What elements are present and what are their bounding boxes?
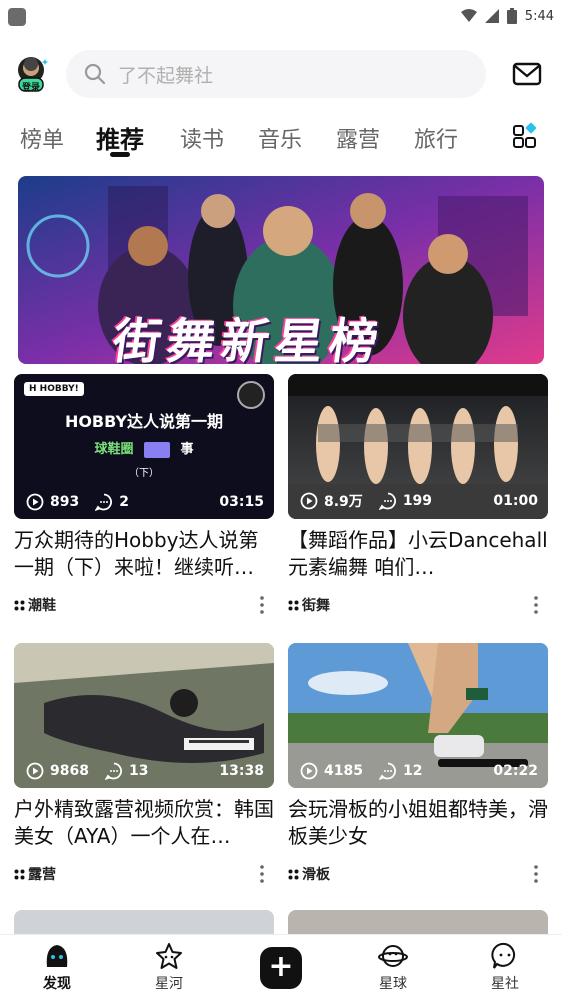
header: 登录 了不起舞社: [0, 42, 562, 106]
thumb-sub: 球鞋圈: [94, 442, 134, 457]
banner[interactable]: 街舞新星榜: [18, 176, 544, 364]
nav-label: 发现: [43, 976, 71, 992]
video-title: 会玩滑板的小姐姐都特美，滑板美少女: [288, 797, 548, 848]
wifi-icon: [460, 9, 477, 22]
bottom-nav: 发现 星河 + 星球 星社: [0, 934, 562, 1003]
video-card[interactable]: 4185 12 02:22 会玩滑板的小姐姐都特美，滑板美少女 滑板: [288, 643, 548, 884]
nav-xinghe[interactable]: 星河: [139, 941, 199, 993]
status-time: 5:44: [524, 8, 554, 24]
search-bar[interactable]: 了不起舞社: [66, 50, 486, 98]
video-title: 万众期待的Hobby达人说第一期（下）来啦！继续听…: [14, 528, 259, 579]
badge-icon: [237, 381, 265, 409]
video-card[interactable]: H HOBBY! HOBBY达人说第一期 球鞋圈 事 （下） 893 2 03:…: [14, 374, 274, 615]
play-count-icon: [300, 762, 318, 780]
more-options-icon[interactable]: [534, 596, 538, 614]
thumb-caption: HOBBY达人说第一期: [64, 412, 224, 431]
video-thumbnail: H HOBBY! HOBBY达人说第一期 球鞋圈 事 （下） 893 2 03:…: [14, 374, 274, 519]
search-icon: [84, 63, 106, 85]
video-card[interactable]: 9868 13 13:38 户外精致露营视频欣赏：韩国美女（AYA）一个人在… …: [14, 643, 274, 884]
play-count-icon: [26, 762, 44, 780]
search-placeholder: 了不起舞社: [118, 64, 214, 87]
comment-icon: [95, 493, 113, 511]
nav-label: 星社: [491, 976, 519, 992]
nav-xingqiu[interactable]: 星球: [363, 941, 423, 993]
status-bar: 5:44: [0, 0, 562, 34]
comment-icon: [378, 762, 396, 780]
video-tag[interactable]: 露营: [28, 864, 56, 884]
view-count: 893: [50, 494, 80, 510]
video-card[interactable]: 8.9万 199 01:00 【舞蹈作品】小云Dancehall元素编舞 咱们……: [288, 374, 548, 615]
video-duration: 01:00: [493, 493, 538, 509]
grid-menu-icon[interactable]: [512, 122, 540, 150]
tag-icon: [288, 869, 299, 879]
more-options-icon[interactable]: [260, 596, 264, 614]
tab-dushu[interactable]: 读书: [180, 122, 224, 154]
video-thumbnail: 9868 13 13:38: [14, 643, 274, 788]
discover-icon: [46, 945, 68, 967]
tab-yinyue[interactable]: 音乐: [258, 122, 302, 154]
comment-count: 199: [402, 493, 433, 509]
video-title: 【舞蹈作品】小云Dancehall元素编舞 咱们…: [288, 528, 548, 579]
video-duration: 13:38: [219, 763, 264, 779]
more-options-icon[interactable]: [534, 865, 538, 883]
video-tag[interactable]: 滑板: [302, 864, 330, 884]
more-options-icon[interactable]: [260, 865, 264, 883]
comment-count: 2: [119, 494, 129, 510]
video-duration: 02:22: [493, 763, 538, 779]
tab-luying[interactable]: 露营: [336, 122, 380, 154]
video-tag[interactable]: 街舞: [302, 595, 330, 615]
hobby-logo: H HOBBY!: [24, 382, 84, 396]
view-count: 9868: [50, 763, 89, 779]
tab-tuijian[interactable]: 推荐: [96, 120, 144, 155]
category-tabs: 榜单 推荐 读书 音乐 露营 旅行: [0, 110, 562, 166]
tag-icon: [288, 600, 299, 610]
active-tab-indicator: [110, 152, 130, 157]
play-count-icon: [26, 493, 44, 511]
view-count: 8.9万: [324, 494, 363, 510]
planet-icon: [378, 945, 408, 967]
thumb-highlight: [144, 441, 170, 458]
video-thumbnail: 8.9万 199 01:00: [288, 374, 548, 519]
nav-xingshe[interactable]: 星社: [475, 941, 535, 993]
mail-icon[interactable]: [512, 60, 542, 88]
comment-count: 12: [402, 763, 423, 779]
video-thumbnail-partial[interactable]: [288, 910, 548, 934]
view-count: 4185: [324, 763, 363, 779]
video-tag[interactable]: 潮鞋: [28, 595, 56, 615]
banner-title: 街舞新星榜: [109, 314, 388, 364]
video-duration: 03:15: [219, 494, 264, 510]
video-thumbnail-partial[interactable]: [14, 910, 274, 934]
chat-icon: [491, 942, 516, 969]
comment-count: 13: [128, 763, 149, 779]
tag-icon: [14, 600, 25, 610]
notification-icon: [8, 8, 26, 26]
video-thumbnail: 4185 12 02:22: [288, 643, 548, 788]
comment-icon: [104, 762, 122, 780]
star-icon: [156, 943, 182, 969]
nav-label: 星球: [379, 976, 407, 992]
battery-icon: [506, 8, 517, 24]
signal-icon: [484, 9, 499, 23]
login-badge-label: 登录: [22, 83, 41, 93]
video-title: 户外精致露营视频欣赏：韩国美女（AYA）一个人在…: [14, 797, 274, 848]
create-post-button[interactable]: +: [260, 947, 302, 989]
thumb-sub-3: （下）: [129, 468, 159, 479]
avatar[interactable]: 登录: [16, 56, 50, 93]
tab-bangdan[interactable]: 榜单: [20, 122, 64, 154]
nav-label: 星河: [155, 976, 183, 992]
thumb-sub-2: 事: [180, 442, 194, 457]
play-count-icon: [300, 492, 318, 510]
comment-icon: [378, 492, 396, 510]
tag-icon: [14, 869, 25, 879]
tab-lvxing[interactable]: 旅行: [414, 122, 458, 154]
nav-discover[interactable]: 发现: [27, 941, 87, 993]
